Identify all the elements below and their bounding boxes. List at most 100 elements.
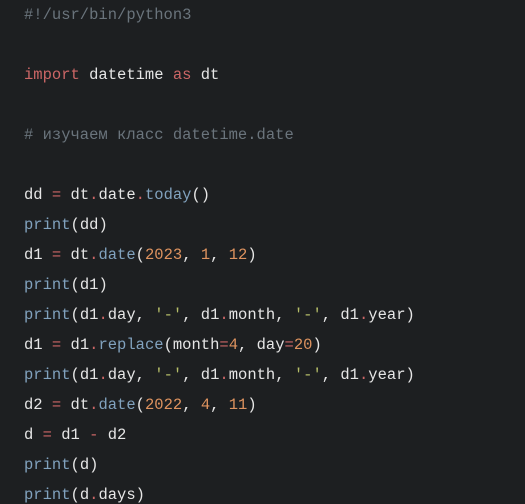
code-token: =	[219, 336, 228, 354]
code-token: dt	[61, 186, 89, 204]
code-token: .	[219, 306, 228, 324]
code-token: ,	[275, 306, 284, 324]
code-token: .	[136, 186, 145, 204]
code-block: #!/usr/bin/python3 import datetime as dt…	[0, 0, 525, 504]
code-line: print(dd)	[24, 216, 108, 234]
code-token: '-'	[154, 306, 182, 324]
code-token: '-'	[154, 366, 182, 384]
code-line: d2 = dt.date(2022, 4, 11)	[24, 396, 257, 414]
code-token: ,	[322, 306, 331, 324]
code-line: print(d1.day, '-', d1.month, '-', d1.yea…	[24, 366, 415, 384]
code-token	[192, 396, 201, 414]
code-token: date	[98, 186, 135, 204]
code-token: print	[24, 366, 71, 384]
code-token: 4	[201, 396, 210, 414]
code-token: =	[52, 186, 61, 204]
code-token: (	[71, 366, 80, 384]
code-token: .	[98, 306, 107, 324]
code-token: year	[368, 306, 405, 324]
code-token: .	[359, 366, 368, 384]
code-token: import	[24, 66, 80, 84]
code-token: )	[406, 306, 415, 324]
code-line: import datetime as dt	[24, 66, 219, 84]
code-token: datetime	[80, 66, 173, 84]
code-token: dd	[24, 186, 52, 204]
code-token: month	[173, 336, 220, 354]
code-token: (	[71, 306, 80, 324]
code-line: print(d1.day, '-', d1.month, '-', d1.yea…	[24, 306, 415, 324]
code-token: d1	[61, 336, 89, 354]
code-token: d1	[24, 336, 52, 354]
code-token: (	[136, 396, 145, 414]
code-token: d1	[52, 426, 89, 444]
code-token: (	[71, 276, 80, 294]
code-token: print	[24, 486, 71, 504]
code-line: dd = dt.date.today()	[24, 186, 210, 204]
code-token: '-'	[294, 366, 322, 384]
code-token: 12	[229, 246, 248, 264]
code-line: print(d)	[24, 456, 98, 474]
code-token: as	[173, 66, 192, 84]
code-token: d1	[331, 306, 359, 324]
code-token: day	[108, 366, 136, 384]
code-token: days	[98, 486, 135, 504]
code-token: =	[52, 246, 61, 264]
code-token: ()	[191, 186, 210, 204]
code-line: print(d1)	[24, 276, 108, 294]
code-token: d1	[80, 306, 99, 324]
code-token: ,	[136, 306, 145, 324]
code-line: d1 = d1.replace(month=4, day=20)	[24, 336, 322, 354]
code-token: day	[108, 306, 136, 324]
code-token: (	[71, 486, 80, 504]
code-token: 2023	[145, 246, 182, 264]
code-token: '-'	[294, 306, 322, 324]
code-token: 11	[229, 396, 248, 414]
code-token: date	[98, 396, 135, 414]
code-token: ,	[182, 396, 191, 414]
code-token: d2	[98, 426, 126, 444]
code-line: # изучаем класс datetime.date	[24, 126, 294, 144]
code-token: day	[247, 336, 284, 354]
code-token: d1	[192, 366, 220, 384]
code-token: print	[24, 216, 71, 234]
code-token: .	[219, 366, 228, 384]
code-token: #!/usr/bin/python3	[24, 6, 191, 24]
code-token: )	[406, 366, 415, 384]
code-token: month	[229, 366, 276, 384]
code-token: d1	[80, 276, 99, 294]
code-token: date	[98, 246, 135, 264]
code-token: d1	[24, 246, 52, 264]
code-token	[285, 306, 294, 324]
code-token: .	[359, 306, 368, 324]
code-token: 2022	[145, 396, 182, 414]
code-token: .	[98, 366, 107, 384]
code-token: =	[52, 336, 61, 354]
code-token: # изучаем класс datetime.date	[24, 126, 294, 144]
code-token	[219, 246, 228, 264]
code-token: =	[52, 396, 61, 414]
code-token: )	[312, 336, 321, 354]
code-line: #!/usr/bin/python3	[24, 6, 191, 24]
code-token: print	[24, 456, 71, 474]
code-token: d2	[24, 396, 52, 414]
code-token	[285, 366, 294, 384]
code-token: 4	[229, 336, 238, 354]
code-token: (	[71, 456, 80, 474]
code-token: dt	[61, 246, 89, 264]
code-token: )	[89, 456, 98, 474]
code-token: replace	[98, 336, 163, 354]
code-token: ,	[182, 306, 191, 324]
code-line: print(d.days)	[24, 486, 145, 504]
code-token: dt	[191, 66, 219, 84]
code-token: (	[71, 216, 80, 234]
code-token: )	[98, 216, 107, 234]
code-token: d	[80, 486, 89, 504]
code-token: )	[136, 486, 145, 504]
code-token: d1	[192, 306, 220, 324]
code-token: dt	[61, 396, 89, 414]
code-token	[192, 246, 201, 264]
code-token: ,	[322, 366, 331, 384]
code-token: 1	[201, 246, 210, 264]
code-token: d1	[80, 366, 99, 384]
code-token: ,	[182, 366, 191, 384]
